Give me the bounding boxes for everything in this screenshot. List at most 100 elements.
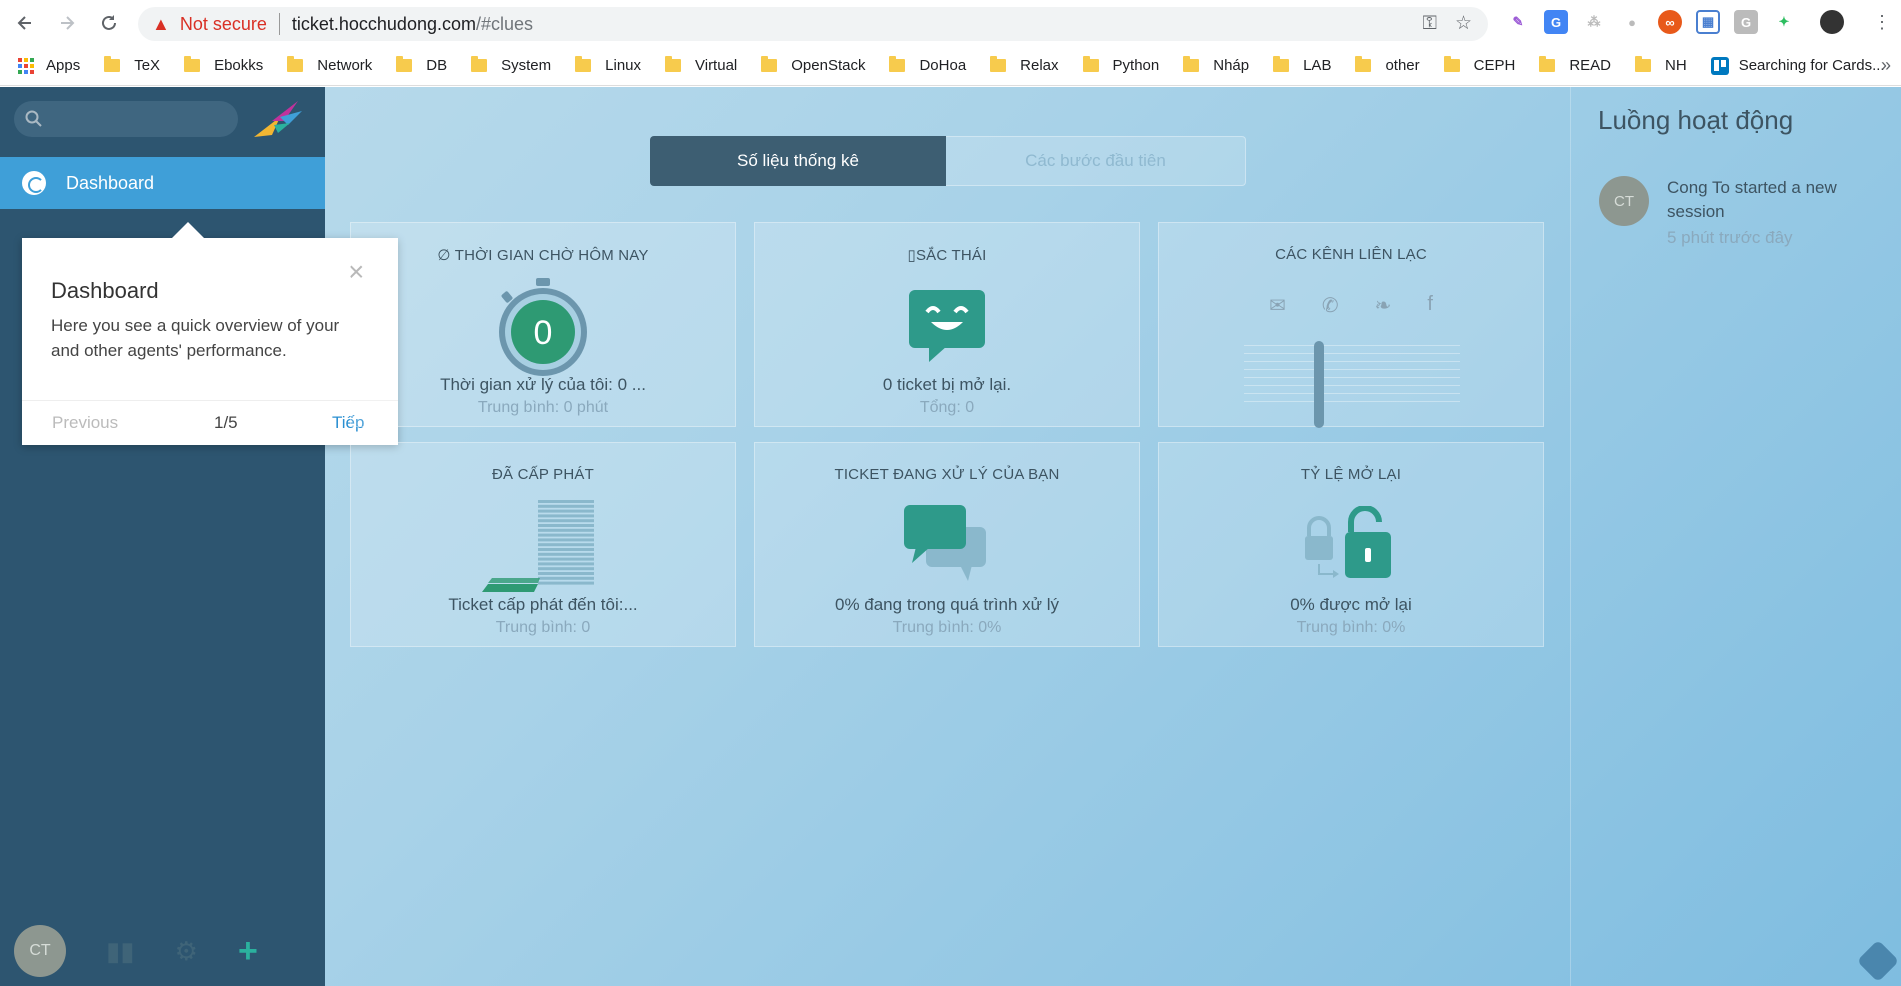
bookmark-item[interactable]: DoHoa: [889, 56, 967, 74]
address-bar[interactable]: ▲ Not secure ticket.hocchudong.com /#clu…: [138, 7, 1488, 41]
trello-icon: [1710, 56, 1729, 75]
bookmark-item[interactable]: Apps: [18, 57, 80, 74]
previous-button[interactable]: Previous: [52, 413, 118, 433]
mood-figure: [755, 281, 1139, 371]
bookmark-item[interactable]: System: [471, 56, 551, 74]
bird-logo-icon[interactable]: [250, 95, 306, 143]
paper-sheet: [538, 538, 594, 542]
bookmark-label: Apps: [46, 57, 81, 74]
bookmark-item[interactable]: Virtual: [665, 56, 737, 74]
bookmark-item[interactable]: Ebokks: [184, 56, 264, 74]
dashboard-icon: [22, 171, 46, 195]
bookmark-item[interactable]: Relax: [990, 56, 1059, 74]
bookmark-item[interactable]: Searching for Cards...: [1710, 56, 1885, 75]
sidebar: Dashboard CT ▮▮ ⚙ +: [0, 87, 325, 986]
avatar[interactable]: CT: [1599, 176, 1649, 226]
infinity-extension-icon[interactable]: ∞: [1658, 10, 1682, 34]
folder-icon: [1539, 56, 1556, 72]
folder-icon: [184, 56, 201, 72]
chat-figure: [755, 501, 1139, 591]
bookmark-item[interactable]: READ: [1539, 56, 1611, 74]
bookmark-label: Linux: [605, 57, 641, 74]
waiting-time-card: ∅ THỜI GIAN CHỜ HÔM NAY 0 Thời gian xử l…: [350, 222, 736, 427]
reload-button[interactable]: [92, 6, 126, 40]
card-title: ĐÃ CẤP PHÁT: [492, 466, 594, 483]
browser-menu-icon[interactable]: ⋮: [1873, 12, 1891, 33]
folder-icon: [761, 56, 778, 72]
bookmark-item[interactable]: LAB: [1273, 56, 1332, 74]
paper-sheet: [538, 504, 594, 508]
bookmark-item[interactable]: DB: [396, 56, 448, 74]
bookmark-item[interactable]: Network: [287, 56, 372, 74]
add-icon[interactable]: +: [238, 932, 258, 971]
feedback-icon[interactable]: [1856, 939, 1900, 983]
twitter-icon: ❧: [1374, 295, 1392, 317]
paper-sheet: [538, 524, 594, 527]
bookmark-label: LAB: [1303, 57, 1332, 74]
sidebar-item-dashboard[interactable]: Dashboard: [0, 157, 325, 209]
key-icon[interactable]: ⚿: [1422, 13, 1436, 35]
bookmark-item[interactable]: other: [1355, 56, 1420, 74]
shield-extension-icon[interactable]: ●: [1620, 10, 1644, 34]
evernote-extension-icon[interactable]: ✦: [1772, 10, 1796, 34]
star-icon[interactable]: ☆: [1455, 12, 1472, 35]
tab-stats[interactable]: Số liệu thống kê: [650, 136, 946, 186]
bookmark-item[interactable]: Nháp: [1183, 56, 1249, 74]
dashboard-tabs: Số liệu thống kê Các bước đầu tiên: [650, 136, 1246, 186]
grid-extension-icon[interactable]: ▦: [1696, 10, 1720, 34]
profile-avatar-icon[interactable]: [1820, 10, 1844, 34]
bookmark-label: Ebokks: [214, 57, 264, 74]
address-actions: ⚿ ☆: [1422, 12, 1472, 35]
bookmarks-overflow-icon[interactable]: »: [1881, 55, 1891, 76]
card-title: TỶ LỆ MỞ LẠI: [1300, 466, 1402, 483]
facebook-icon: f: [1427, 293, 1433, 315]
stats-icon[interactable]: ▮▮: [106, 936, 135, 967]
card-title: ▯SẮC THÁI: [907, 247, 987, 264]
mood-card: ▯SẮC THÁI 0 ticket bị mở lại. Tổng: 0: [754, 222, 1140, 427]
apps-grid-icon: [18, 57, 34, 74]
paper-sheet: [538, 576, 594, 580]
card-sub-text: Trung bình: 0%: [892, 619, 1002, 636]
lock-figure: [1159, 501, 1543, 591]
bookmark-label: Relax: [1020, 57, 1059, 74]
translate-extension-icon[interactable]: G: [1544, 10, 1568, 34]
bookmark-label: DoHoa: [919, 57, 967, 74]
paper-sheet: [538, 500, 594, 503]
folder-icon: [471, 56, 488, 72]
tree-extension-icon[interactable]: ⁂: [1582, 10, 1606, 34]
folder-icon: [665, 56, 681, 72]
bookmark-item[interactable]: NH: [1635, 56, 1687, 74]
activity-entry-text: Cong To started a new session: [1667, 178, 1837, 221]
tab-first-steps[interactable]: Các bước đầu tiên: [946, 136, 1246, 186]
card-sub-text: Trung bình: 0: [495, 619, 591, 636]
user-avatar[interactable]: CT: [14, 925, 66, 977]
bookmark-label: Python: [1112, 57, 1160, 74]
folder-icon: [1183, 56, 1200, 72]
email-icon: ✉: [1269, 295, 1286, 317]
bookmark-item[interactable]: Python: [1082, 56, 1160, 74]
sidebar-search-input[interactable]: [14, 101, 238, 137]
paper-sheet: [538, 528, 594, 532]
folder-icon: [889, 56, 906, 72]
bookmark-item[interactable]: OpenStack: [761, 56, 865, 74]
bookmark-label: Searching for Cards...: [1738, 57, 1885, 74]
bookmark-item[interactable]: TeX: [104, 56, 160, 74]
security-label[interactable]: Not secure: [180, 14, 267, 35]
bookmark-label: DB: [426, 57, 448, 74]
forward-button[interactable]: [50, 6, 84, 40]
folder-icon: [1443, 56, 1460, 72]
extensions-bar: ✎ G ⁂ ● ∞ ▦ G ✦: [1506, 10, 1844, 34]
reload-icon: [102, 15, 116, 30]
card-main-text: 0 ticket bị mở lại.: [882, 375, 1012, 394]
in-process-card: TICKET ĐANG XỬ LÝ CỦA BẠN 0% đang trong …: [754, 442, 1140, 647]
bookmark-item[interactable]: Linux: [575, 56, 641, 74]
channels-card: CÁC KÊNH LIÊN LẠC ✉ ✆ ❧ f: [1158, 222, 1544, 428]
folder-icon: [1082, 56, 1099, 72]
back-button[interactable]: [8, 6, 42, 40]
gear-icon[interactable]: ⚙: [175, 936, 198, 967]
bookmark-item[interactable]: CEPH: [1443, 56, 1515, 74]
warning-icon: ▲: [152, 13, 170, 34]
folder-icon: [1273, 56, 1290, 72]
pen-extension-icon[interactable]: ✎: [1506, 10, 1530, 34]
g-extension-icon[interactable]: G: [1734, 10, 1758, 34]
